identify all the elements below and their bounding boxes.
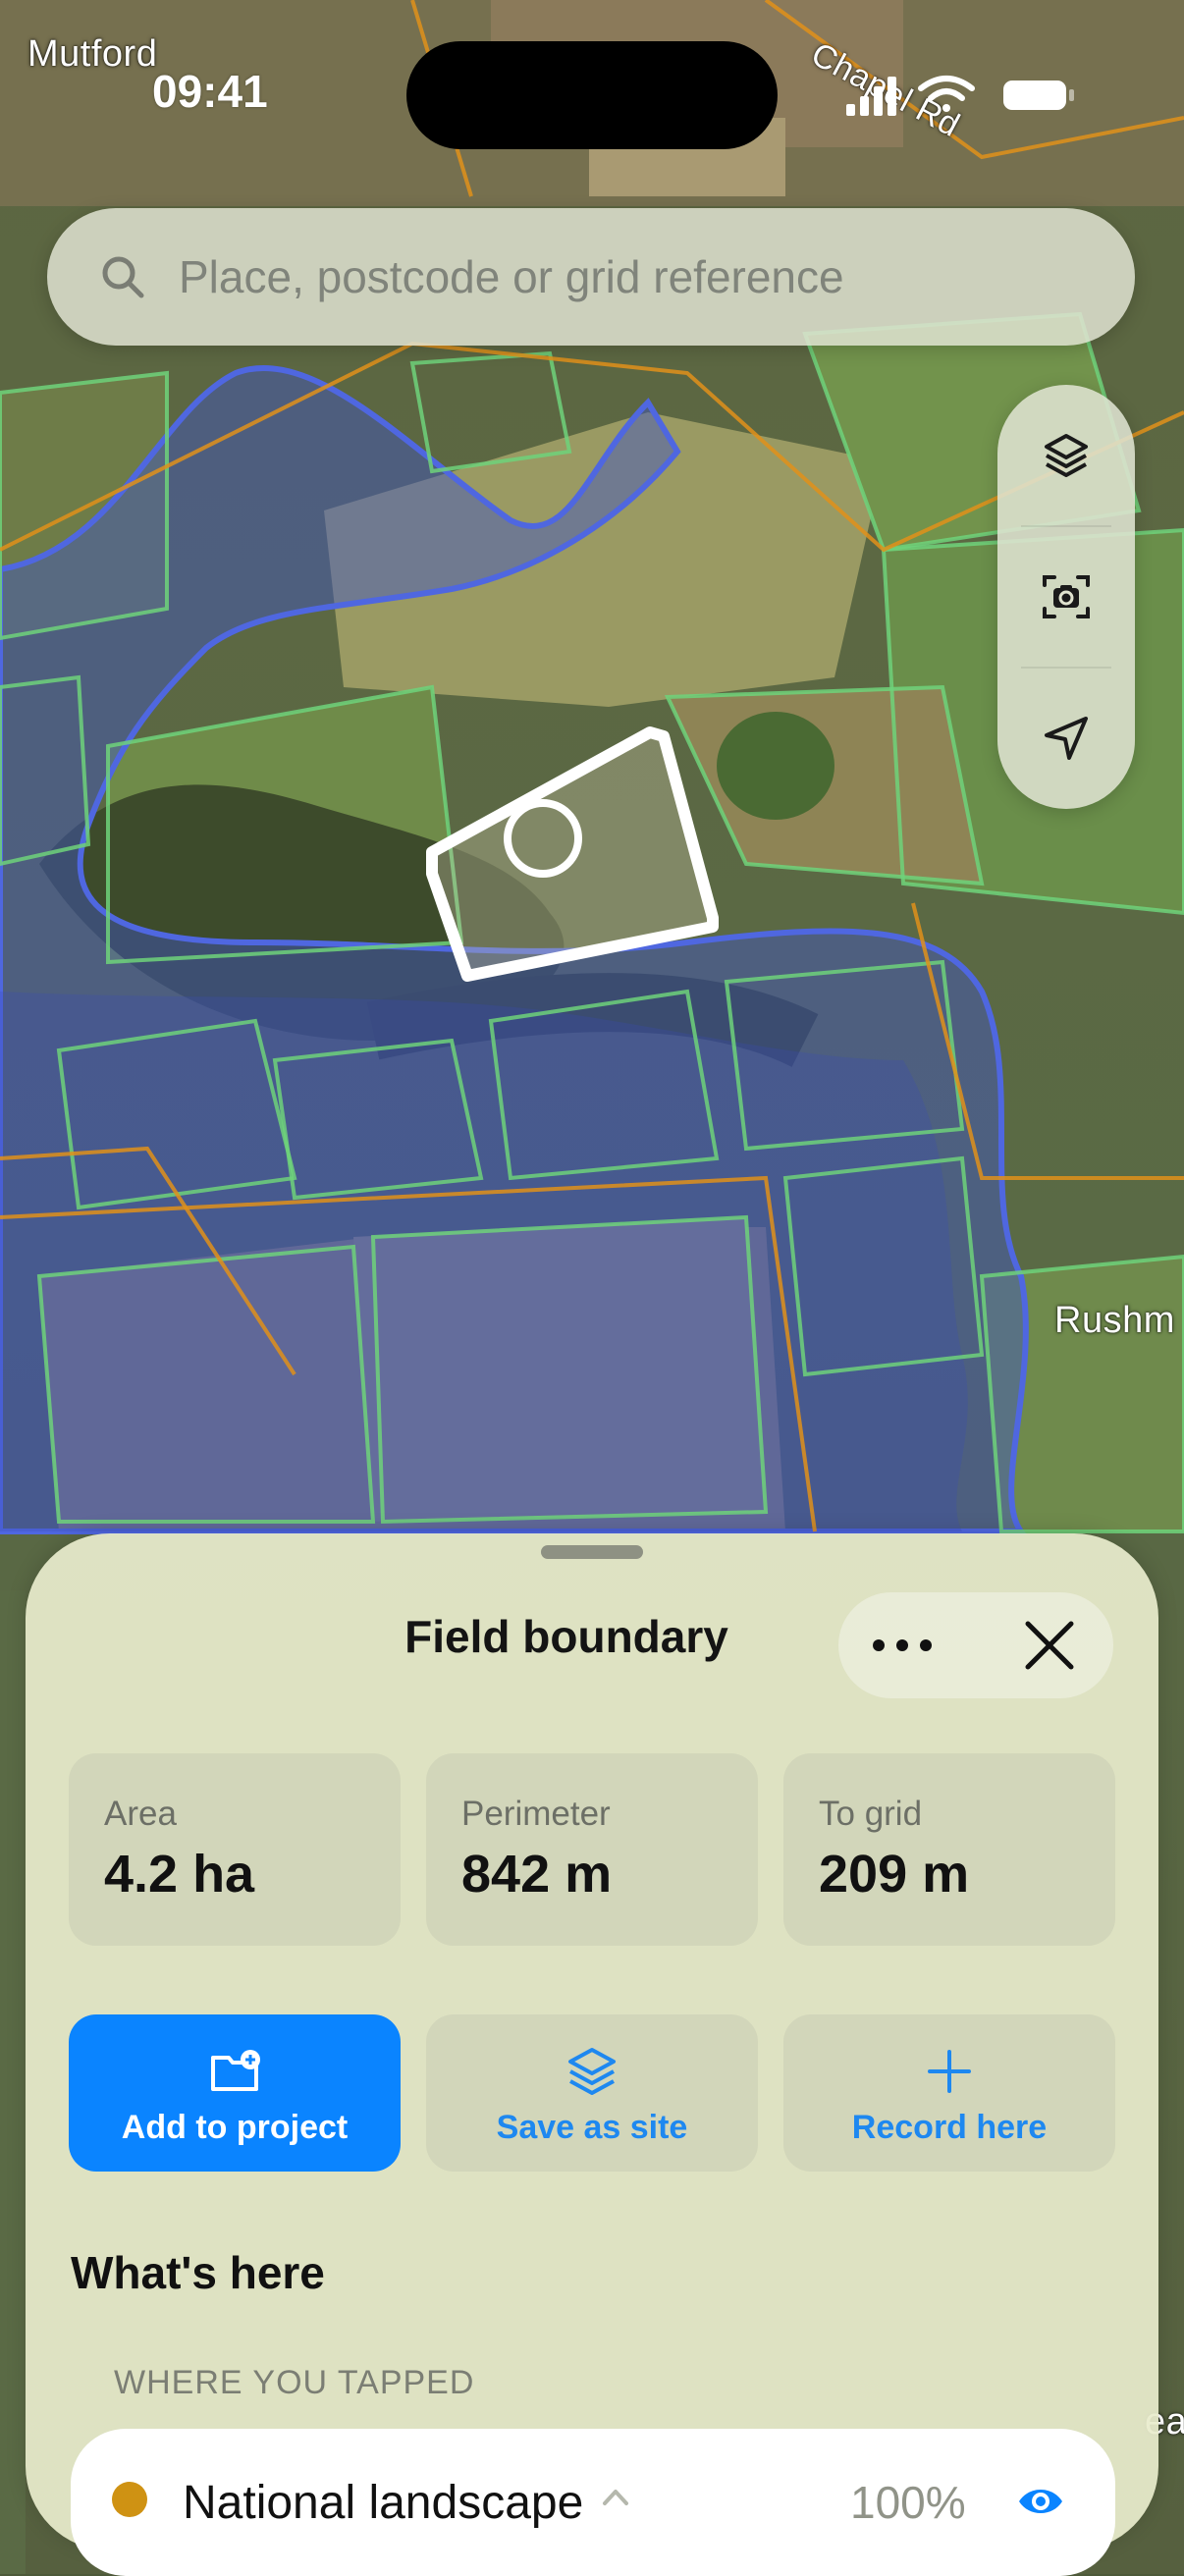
sheet-grabber[interactable]: [541, 1545, 643, 1559]
section-subheading: WHERE YOU TAPPED: [114, 2364, 475, 2401]
close-icon: [1025, 1621, 1074, 1670]
location-arrow-icon: [1045, 717, 1088, 760]
stat-card-to-grid: To grid 209 m: [783, 1753, 1115, 1946]
search-icon: [102, 256, 144, 298]
search-input[interactable]: [177, 249, 1064, 304]
add-to-project-button[interactable]: Add to project: [69, 2014, 401, 2172]
stat-card-perimeter: Perimeter 842 m: [426, 1753, 758, 1946]
layer-color-dot: [112, 2482, 147, 2517]
action-label: Add to project: [121, 2109, 349, 2146]
stat-label: Area: [104, 1795, 177, 1833]
place-label-mutford: Mutford: [27, 33, 158, 75]
chevron-up-icon[interactable]: [601, 2482, 630, 2511]
layer-row-national-landscape[interactable]: National landscape 100%: [71, 2429, 1115, 2576]
action-label: Record here: [851, 2109, 1048, 2146]
wifi-icon: [918, 76, 975, 112]
layers-button[interactable]: [997, 385, 1135, 526]
dynamic-island: [406, 41, 778, 149]
stat-value: 842 m: [461, 1845, 613, 1904]
layer-percent: 100%: [850, 2477, 966, 2528]
search-bar[interactable]: [47, 208, 1135, 346]
plus-icon: [928, 2050, 971, 2093]
sheet-header-actions: [838, 1592, 1113, 1698]
map-controls: [997, 385, 1135, 809]
section-heading: What's here: [71, 2247, 325, 2298]
folder-add-icon: [211, 2050, 260, 2091]
eye-icon[interactable]: [1017, 2480, 1064, 2523]
camera-icon: [1043, 575, 1090, 618]
status-time: 09:41: [152, 66, 268, 117]
place-label-rushm: Rushm: [1054, 1300, 1175, 1341]
stat-label: Perimeter: [461, 1795, 611, 1833]
close-button[interactable]: [986, 1592, 1113, 1698]
signal-icon: [846, 77, 896, 116]
locate-button[interactable]: [997, 668, 1135, 809]
battery-icon: [1003, 80, 1074, 110]
stat-label: To grid: [819, 1795, 923, 1833]
stat-card-area: Area 4.2 ha: [69, 1753, 401, 1946]
more-button[interactable]: [838, 1592, 966, 1698]
stat-value: 209 m: [819, 1845, 970, 1904]
layers-icon: [568, 2048, 616, 2095]
stat-value: 4.2 ha: [104, 1845, 255, 1904]
status-icons: [846, 75, 1082, 116]
action-label: Save as site: [496, 2109, 688, 2146]
ellipsis-icon: [873, 1639, 932, 1651]
record-here-button[interactable]: Record here: [783, 2014, 1115, 2172]
layer-name: National landscape: [183, 2477, 584, 2529]
save-as-site-button[interactable]: Save as site: [426, 2014, 758, 2172]
layers-icon: [1045, 434, 1088, 477]
camera-scan-button[interactable]: [997, 526, 1135, 668]
